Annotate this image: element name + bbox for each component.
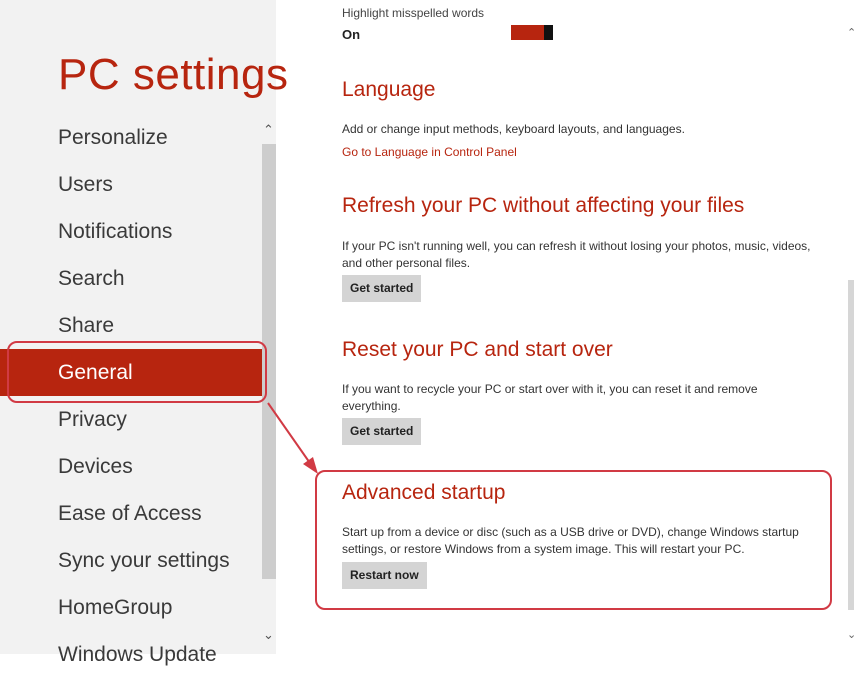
scrollbar-thumb[interactable] [262,144,276,579]
nav-item-homegroup[interactable]: HomeGroup [0,584,262,631]
nav-item-label: Windows Update [58,643,217,666]
spelling-toggle-value: On [342,27,361,42]
nav-item-label: General [58,361,133,384]
reset-description: If you want to recycle your PC or start … [342,382,758,413]
spelling-toggle[interactable] [511,25,553,40]
nav-item-windows-update[interactable]: Windows Update [0,631,262,678]
advanced-startup-annotation-box [315,470,832,610]
nav-item-label: Users [58,173,113,196]
refresh-get-started-button[interactable]: Get started [342,275,422,302]
scroll-up-icon[interactable]: ⌃ [263,122,274,138]
scroll-down-icon[interactable]: ⌄ [847,628,856,641]
language-control-panel-link[interactable]: Go to Language in Control Panel [342,145,517,159]
scroll-down-icon[interactable]: ⌄ [263,627,274,643]
nav-item-ease-of-access[interactable]: Ease of Access [0,490,262,537]
language-title: Language [342,78,436,101]
nav-item-share[interactable]: Share [0,302,262,349]
content-scrollbar[interactable]: ⌃ ⌄ [846,0,856,654]
nav-item-label: Privacy [58,408,127,431]
nav-item-label: Search [58,267,125,290]
settings-nav-pane: PC settings Personalize Users Notificati… [0,0,288,666]
reset-get-started-button[interactable]: Get started [342,418,422,445]
nav-item-label: Personalize [58,126,168,149]
nav-item-privacy[interactable]: Privacy [0,396,262,443]
reset-title: Reset your PC and start over [342,338,613,361]
nav-item-sync-settings[interactable]: Sync your settings [0,537,262,584]
refresh-description: If your PC isn't running well, you can r… [342,239,811,270]
nav-item-personalize[interactable]: Personalize [0,114,262,161]
nav-item-label: Share [58,314,115,337]
page-title: PC settings [58,50,289,99]
nav-item-general[interactable]: General [0,349,262,396]
spelling-setting-label: Highlight misspelled words [342,6,485,20]
nav-item-label: Sync your settings [58,549,230,572]
nav-item-search[interactable]: Search [0,255,262,302]
language-description: Add or change input methods, keyboard la… [342,122,685,136]
scroll-up-icon[interactable]: ⌃ [847,26,856,39]
scrollbar-thumb[interactable] [848,280,854,610]
nav-item-label: Notifications [58,220,173,243]
nav-item-notifications[interactable]: Notifications [0,208,262,255]
nav-item-label: Ease of Access [58,502,202,525]
nav-item-devices[interactable]: Devices [0,443,262,490]
toggle-thumb[interactable] [544,25,553,40]
refresh-title: Refresh your PC without affecting your f… [342,194,745,217]
nav-item-label: Devices [58,455,133,478]
nav-item-users[interactable]: Users [0,161,262,208]
nav-item-label: HomeGroup [58,596,173,619]
nav-scrollbar[interactable]: ⌃ ⌄ [262,122,276,642]
